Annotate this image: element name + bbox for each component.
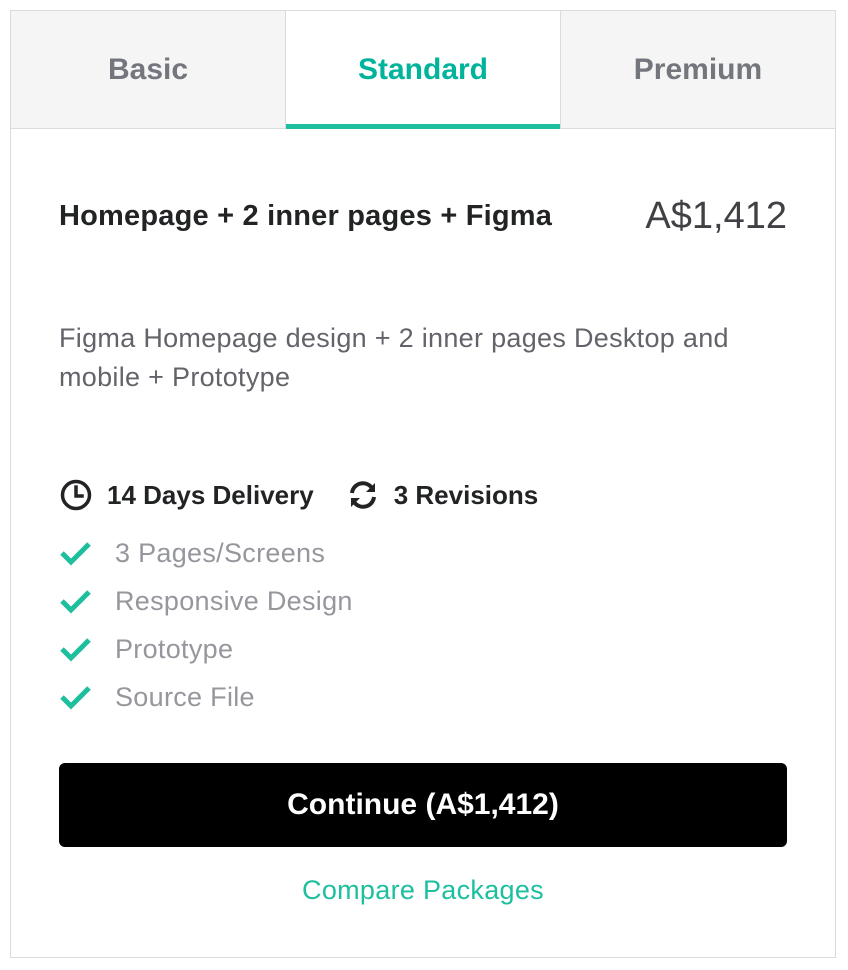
package-content: Homepage + 2 inner pages + Figma A$1,412…	[11, 191, 835, 906]
package-description: Figma Homepage design + 2 inner pages De…	[59, 323, 729, 392]
package-meta: 14 Days Delivery 3 Revisions	[59, 477, 787, 513]
package-card: Basic Standard Premium Homepage + 2 inne…	[10, 10, 836, 958]
compare-packages-link[interactable]: Compare Packages	[59, 875, 787, 906]
list-item: 3 Pages/Screens	[59, 529, 787, 577]
list-item: Prototype	[59, 625, 787, 673]
check-icon	[59, 633, 91, 665]
package-header: Homepage + 2 inner pages + Figma A$1,412	[59, 191, 787, 241]
list-item: Source File	[59, 673, 787, 721]
check-icon	[59, 681, 91, 713]
feature-label: Source File	[115, 681, 255, 712]
clock-icon	[59, 478, 93, 512]
revisions-label: 3 Revisions	[393, 479, 539, 510]
tab-standard[interactable]: Standard	[285, 11, 560, 129]
check-icon	[59, 537, 91, 569]
tab-basic[interactable]: Basic	[11, 11, 285, 128]
package-price: A$1,412	[645, 194, 787, 237]
check-icon	[59, 585, 91, 617]
refresh-icon	[346, 478, 380, 512]
delivery-label: 14 Days Delivery	[107, 479, 314, 510]
list-item: Responsive Design	[59, 577, 787, 625]
delivery-time: 14 Days Delivery	[59, 478, 314, 512]
feature-list: 3 Pages/Screens Responsive Design Protot…	[59, 529, 787, 721]
revisions-count: 3 Revisions	[346, 478, 539, 512]
feature-label: 3 Pages/Screens	[115, 537, 326, 568]
tab-premium[interactable]: Premium	[560, 11, 835, 128]
feature-label: Responsive Design	[115, 585, 353, 616]
package-tabs: Basic Standard Premium	[11, 11, 835, 129]
continue-button[interactable]: Continue (A$1,412)	[59, 763, 787, 847]
feature-label: Prototype	[115, 633, 234, 664]
package-title: Homepage + 2 inner pages + Figma	[59, 199, 553, 232]
